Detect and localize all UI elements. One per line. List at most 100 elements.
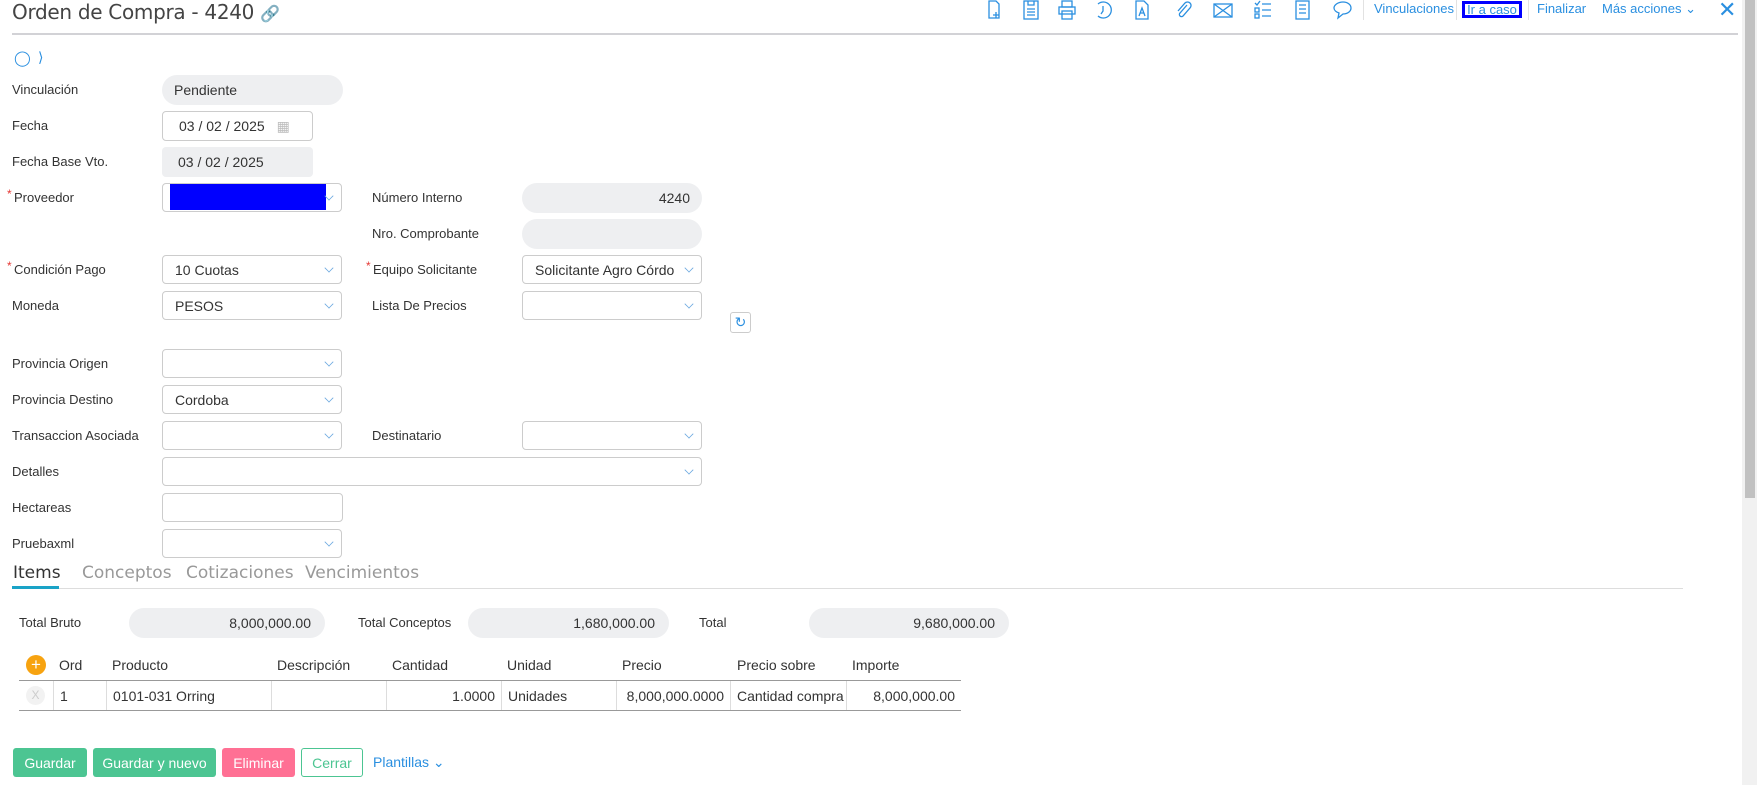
add-row-icon[interactable]: + (26, 655, 46, 675)
print-icon[interactable] (1055, 0, 1079, 20)
lista-precios-select[interactable] (522, 291, 702, 320)
cerrar-button[interactable]: Cerrar (301, 748, 363, 777)
col-unidad: Unidad (507, 657, 552, 673)
transaccion-select[interactable] (162, 421, 342, 450)
guardar-y-nuevo-button[interactable]: Guardar y nuevo (93, 748, 216, 777)
moneda-select[interactable]: PESOS (162, 291, 342, 320)
cell-precio-sobre[interactable]: Cantidad compra (730, 681, 846, 710)
comment-icon[interactable] (1331, 0, 1355, 20)
cell-ord: 1 (53, 681, 106, 710)
refresh-icon[interactable]: ↻ (730, 312, 751, 333)
pruebaxml-select[interactable] (162, 529, 342, 558)
provincia-origen-select[interactable] (162, 349, 342, 378)
proveedor-label: Proveedor (7, 186, 74, 206)
finalizar-link[interactable]: Finalizar (1537, 1, 1586, 17)
delete-row-icon[interactable]: X (26, 686, 45, 705)
cell-precio[interactable]: 8,000,000.0000 (616, 681, 730, 710)
col-precio-sobre: Precio sobre (737, 657, 816, 673)
col-precio: Precio (622, 657, 662, 673)
numero-interno-field: 4240 (522, 183, 702, 213)
eliminar-button[interactable]: Eliminar (222, 748, 295, 777)
pruebaxml-label: Pruebaxml (12, 536, 75, 551)
cell-producto[interactable]: 0101-031 Orring (106, 681, 271, 710)
total-bruto-field: 8,000,000.00 (129, 608, 325, 638)
col-ord: Ord (59, 657, 83, 673)
tab-conceptos[interactable]: Conceptos (82, 563, 172, 583)
col-cantidad: Cantidad (392, 657, 449, 673)
detalles-select[interactable] (162, 457, 702, 486)
tab-cotizaciones[interactable]: Cotizaciones (186, 563, 294, 583)
col-producto: Producto (112, 657, 169, 673)
vinculacion-field: Pendiente (162, 75, 343, 105)
scrollbar-thumb[interactable] (1745, 0, 1755, 498)
page-title: Orden de Compra - 4240 🔗 (12, 0, 280, 24)
guardar-button[interactable]: Guardar (13, 748, 87, 777)
cell-descripcion[interactable] (271, 681, 386, 710)
history-icon[interactable] (1091, 0, 1115, 20)
destinatario-select[interactable] (522, 421, 702, 450)
condicion-pago-label: Condición Pago (7, 258, 106, 278)
condicion-pago-select[interactable]: 10 Cuotas (162, 255, 342, 284)
checklist-icon[interactable] (1251, 0, 1275, 20)
new-document-icon[interactable] (982, 0, 1006, 20)
link-icon[interactable]: 🔗 (260, 4, 280, 23)
mas-acciones-menu[interactable]: Más acciones ⌄ (1602, 1, 1696, 17)
chevron-down-icon: ⌄ (432, 754, 445, 770)
calendar-icon[interactable]: ▦ (277, 118, 290, 135)
nro-comprobante-label: Nro. Comprobante (372, 226, 479, 241)
moneda-label: Moneda (12, 298, 59, 313)
toolbar-separator (1528, 0, 1529, 20)
attach-icon[interactable] (1171, 0, 1195, 20)
transaccion-label: Transaccion Asociada (12, 428, 139, 443)
chevron-down-icon (684, 263, 694, 273)
chevron-down-icon (684, 299, 694, 309)
redacted-block (170, 184, 326, 210)
hectareas-label: Hectareas (12, 500, 72, 515)
fecha-base-label: Fecha Base Vto. (12, 154, 109, 169)
detalles-label: Detalles (12, 464, 59, 479)
chevron-down-icon (684, 465, 694, 475)
total-conceptos-field: 1,680,000.00 (468, 608, 669, 638)
provincia-destino-select[interactable]: Cordoba (162, 385, 342, 414)
chevron-down-icon (684, 429, 694, 439)
equipo-label: Equipo Solicitante (366, 258, 477, 278)
plantillas-menu[interactable]: Plantillas ⌄ (373, 754, 445, 771)
equipo-select[interactable]: Solicitante Agro Córdob (522, 255, 702, 284)
hectareas-input[interactable] (162, 493, 343, 522)
provincia-origen-label: Provincia Origen (12, 356, 109, 371)
chevron-right-icon[interactable]: ⟩ (38, 49, 43, 66)
report-icon[interactable] (1291, 0, 1315, 20)
ir-a-caso-link[interactable]: Ir a caso (1462, 1, 1522, 18)
fecha-base-field: 03 / 02 / 2025 (162, 147, 313, 177)
active-tab-indicator (12, 586, 59, 589)
chevron-down-icon (324, 393, 334, 403)
chevron-down-icon (324, 263, 334, 273)
pdf-icon[interactable] (1130, 0, 1154, 20)
destinatario-label: Destinatario (372, 428, 442, 443)
vinculaciones-link[interactable]: Vinculaciones (1374, 1, 1454, 17)
total-conceptos-label: Total Conceptos (358, 615, 452, 630)
email-icon[interactable] (1211, 0, 1235, 20)
chevron-down-icon (324, 429, 334, 439)
total-label: Total (699, 615, 727, 630)
chevron-down-icon (324, 537, 334, 547)
fecha-label: Fecha (12, 118, 49, 133)
header-divider (12, 33, 1738, 35)
tab-items[interactable]: Items (13, 563, 61, 583)
tab-vencimientos[interactable]: Vencimientos (305, 563, 419, 583)
cell-cantidad[interactable]: 1.0000 (386, 681, 501, 710)
vinculacion-label: Vinculación (12, 82, 79, 97)
fecha-input[interactable]: 03 / 02 / 2025 ▦ (162, 111, 313, 141)
proveedor-select[interactable] (162, 183, 342, 212)
toolbar-separator (1363, 0, 1364, 20)
tag-icon[interactable]: ◯ (14, 49, 31, 67)
toolbar-separator (1456, 0, 1457, 20)
tabs-divider (12, 588, 1683, 589)
chevron-down-icon (324, 299, 334, 309)
cell-unidad[interactable]: Unidades (501, 681, 616, 710)
save-icon[interactable] (1019, 0, 1043, 20)
numero-interno-label: Número Interno (372, 190, 463, 205)
col-importe: Importe (852, 657, 900, 673)
close-icon[interactable]: ✕ (1718, 0, 1736, 23)
cell-importe: 8,000,000.00 (846, 681, 961, 710)
